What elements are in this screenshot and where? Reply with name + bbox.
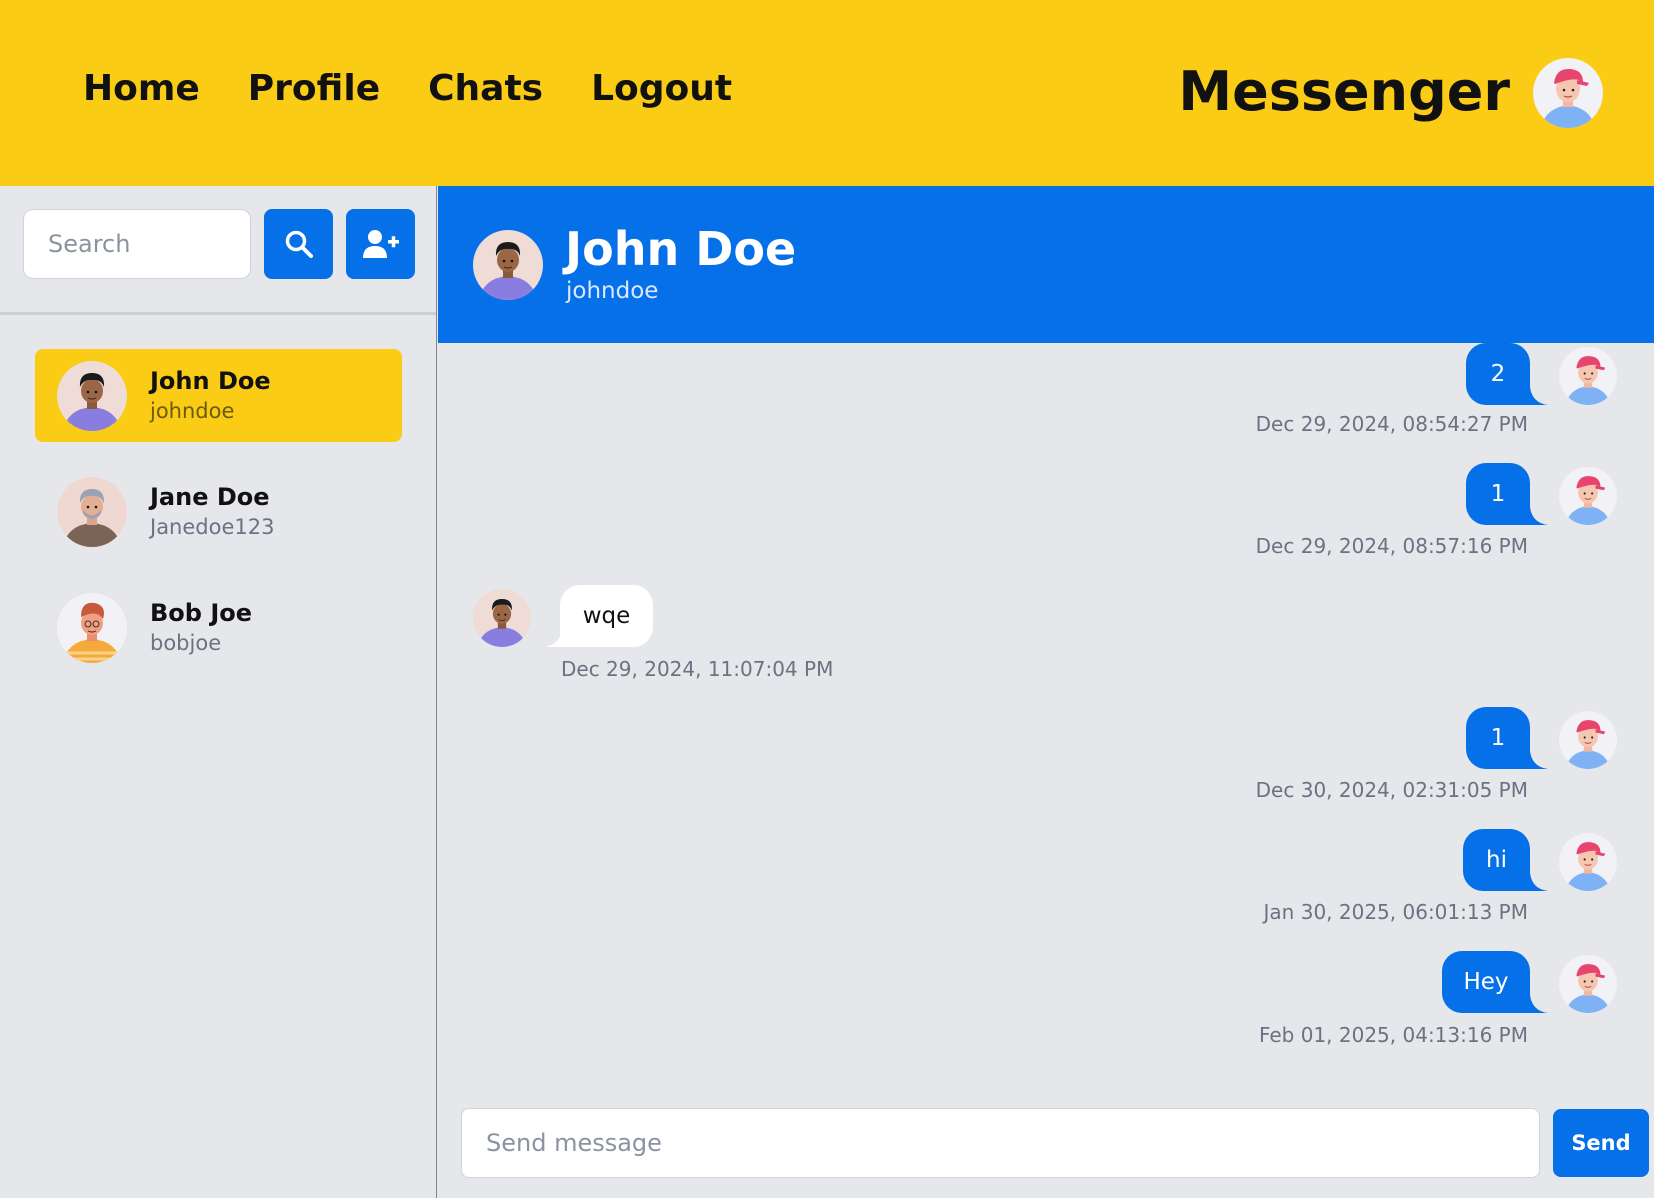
message-bubble: wqe xyxy=(560,585,653,647)
bubble-tail xyxy=(1530,873,1548,891)
message-timestamp: Dec 29, 2024, 11:07:04 PM xyxy=(561,657,834,681)
sender-avatar xyxy=(1559,955,1617,1013)
bubble-tail xyxy=(1530,507,1548,525)
message-timestamp: Dec 29, 2024, 08:54:27 PM xyxy=(1255,412,1528,436)
message-bubble: 1 xyxy=(1466,707,1530,769)
sender-avatar xyxy=(1559,467,1617,525)
contact-list: John Doe johndoe Jane Doe Janedoe123 Bob… xyxy=(35,349,402,697)
contacts-sidebar: John Doe johndoe Jane Doe Janedoe123 Bob… xyxy=(0,186,437,1198)
message-timestamp: Dec 29, 2024, 08:57:16 PM xyxy=(1255,534,1528,558)
sender-avatar xyxy=(473,589,531,647)
chat-partner-avatar xyxy=(473,230,543,300)
message-timestamp: Dec 30, 2024, 02:31:05 PM xyxy=(1255,778,1528,802)
contact-username: bobjoe xyxy=(150,630,222,655)
nav-home-link[interactable]: Home xyxy=(83,68,200,109)
bubble-tail xyxy=(1530,751,1548,769)
contact-item-john-doe[interactable]: John Doe johndoe xyxy=(35,349,402,442)
message-input[interactable] xyxy=(461,1108,1540,1178)
search-input[interactable] xyxy=(23,209,251,279)
contact-item-bob-joe[interactable]: Bob Joe bobjoe xyxy=(35,581,402,674)
nav-logout-link[interactable]: Logout xyxy=(591,68,732,109)
contact-avatar xyxy=(57,477,127,547)
message-list: 2 Dec 29, 2024, 08:54:27 PM 1 Dec 29, 20… xyxy=(438,343,1654,1083)
send-button[interactable]: Send xyxy=(1553,1109,1649,1177)
nav-profile-link[interactable]: Profile xyxy=(248,68,380,109)
chat-partner-name: John Doe xyxy=(565,222,797,276)
message-timestamp: Feb 01, 2025, 04:13:16 PM xyxy=(1258,1023,1528,1047)
message-bubble: Hey xyxy=(1442,951,1530,1013)
contact-username: Janedoe123 xyxy=(150,514,275,539)
main-nav: Home Profile Chats Logout xyxy=(83,68,732,109)
message-bubble: 1 xyxy=(1466,463,1530,525)
search-row xyxy=(23,209,415,279)
contact-name: Jane Doe xyxy=(150,482,270,511)
message-timestamp: Jan 30, 2025, 06:01:13 PM xyxy=(1263,900,1528,924)
sidebar-divider xyxy=(0,312,436,315)
contact-avatar xyxy=(57,593,127,663)
contact-name: Bob Joe xyxy=(150,598,253,627)
sender-avatar xyxy=(1559,833,1617,891)
bubble-tail xyxy=(1530,387,1548,405)
add-contact-button[interactable] xyxy=(346,209,415,279)
nav-chats-link[interactable]: Chats xyxy=(428,68,543,109)
sender-avatar xyxy=(1559,711,1617,769)
sender-avatar xyxy=(1559,347,1617,405)
contact-avatar xyxy=(57,361,127,431)
current-user-avatar[interactable] xyxy=(1533,58,1603,128)
chat-header: John Doe johndoe xyxy=(438,186,1654,343)
bubble-tail xyxy=(1530,995,1548,1013)
search-icon xyxy=(285,230,313,258)
chat-partner-username: johndoe xyxy=(566,278,659,304)
contact-username: johndoe xyxy=(150,398,235,423)
message-bubble: 2 xyxy=(1466,343,1530,405)
search-button[interactable] xyxy=(264,209,333,279)
brand-title: Messenger xyxy=(1178,60,1510,123)
user-plus-icon xyxy=(362,230,399,258)
contact-name: John Doe xyxy=(150,366,271,395)
contact-item-jane-doe[interactable]: Jane Doe Janedoe123 xyxy=(35,465,402,558)
top-navbar: Home Profile Chats Logout Messenger xyxy=(0,0,1654,186)
message-bubble: hi xyxy=(1463,829,1530,891)
